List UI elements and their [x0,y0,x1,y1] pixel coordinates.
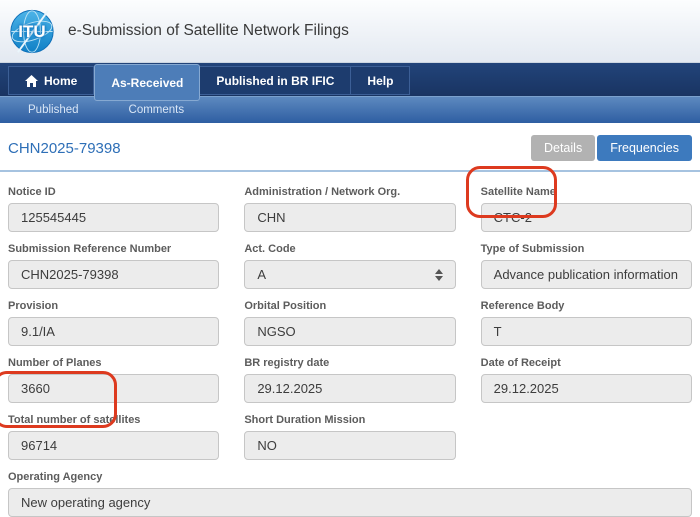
tab-as-received[interactable]: As-Received [94,64,200,101]
satellite-name-label: Satellite Name [481,186,692,198]
subnav-published[interactable]: Published [28,104,79,116]
administration-input[interactable]: CHN [244,203,455,232]
field-act-code: Act. Code A [244,243,455,289]
page-title: CHN2025-79398 [8,140,121,157]
notice-form: Notice ID 125545445 Administration / Net… [0,172,700,517]
short-duration-mission-input[interactable]: NO [244,431,455,460]
app-header: ITU e-Submission of Satellite Network Fi… [0,0,700,63]
field-br-registry-date: BR registry date 29.12.2025 [244,357,455,403]
number-of-planes-input[interactable]: 3660 [8,374,219,403]
br-registry-date-label: BR registry date [244,357,455,369]
date-of-receipt-label: Date of Receipt [481,357,692,369]
field-reference-body: Reference Body T [481,300,692,346]
form-row: Submission Reference Number CHN2025-7939… [8,243,692,289]
act-code-select[interactable]: A [244,260,455,289]
field-submission-ref: Submission Reference Number CHN2025-7939… [8,243,219,289]
frequencies-button[interactable]: Frequencies [597,135,692,161]
number-of-planes-label: Number of Planes [8,357,219,369]
tab-help[interactable]: Help [351,66,410,95]
field-orbital-position: Orbital Position NGSO [244,300,455,346]
tab-published-br-ific-label: Published in BR IFIC [216,74,334,88]
provision-input[interactable]: 9.1/IA [8,317,219,346]
operating-agency-label: Operating Agency [8,471,692,483]
title-row: CHN2025-79398 Details Frequencies [0,123,700,170]
tab-as-received-label: As-Received [111,76,183,90]
type-of-submission-label: Type of Submission [481,243,692,255]
satellite-name-input[interactable]: CTC-2 [481,203,692,232]
subnav-comments[interactable]: Comments [129,104,185,116]
total-satellites-input[interactable]: 96714 [8,431,219,460]
notice-id-input[interactable]: 125545445 [8,203,219,232]
notice-id-label: Notice ID [8,186,219,198]
act-code-value: A [257,267,266,282]
select-stepper-icon [435,269,443,281]
tab-home[interactable]: Home [8,66,94,95]
field-short-duration-mission: Short Duration Mission NO [244,414,455,460]
view-toggle-group: Details Frequencies [531,135,692,161]
reference-body-input[interactable]: T [481,317,692,346]
submission-ref-label: Submission Reference Number [8,243,219,255]
br-registry-date-input[interactable]: 29.12.2025 [244,374,455,403]
form-row: Provision 9.1/IA Orbital Position NGSO R… [8,300,692,346]
field-provision: Provision 9.1/IA [8,300,219,346]
short-duration-mission-label: Short Duration Mission [244,414,455,426]
type-of-submission-input[interactable]: Advance publication information [481,260,692,289]
orbital-position-label: Orbital Position [244,300,455,312]
home-icon [25,75,38,87]
provision-label: Provision [8,300,219,312]
reference-body-label: Reference Body [481,300,692,312]
field-administration: Administration / Network Org. CHN [244,186,455,232]
app-title: e-Submission of Satellite Network Filing… [68,22,349,40]
field-date-of-receipt: Date of Receipt 29.12.2025 [481,357,692,403]
date-of-receipt-input[interactable]: 29.12.2025 [481,374,692,403]
administration-label: Administration / Network Org. [244,186,455,198]
orbital-position-input[interactable]: NGSO [244,317,455,346]
form-row: Number of Planes 3660 BR registry date 2… [8,357,692,403]
itu-logo: ITU [8,8,56,55]
empty-cell [481,414,692,460]
total-satellites-label: Total number of satellites [8,414,219,426]
operating-agency-input[interactable]: New operating agency [8,488,692,517]
details-button[interactable]: Details [531,135,595,161]
itu-logo-text: ITU [8,22,56,42]
main-navbar: Home As-Received Published in BR IFIC He… [0,63,700,96]
field-total-satellites: Total number of satellites 96714 [8,414,219,460]
form-row: Notice ID 125545445 Administration / Net… [8,186,692,232]
field-satellite-name: Satellite Name CTC-2 [481,186,692,232]
field-type-of-submission: Type of Submission Advance publication i… [481,243,692,289]
submission-ref-input[interactable]: CHN2025-79398 [8,260,219,289]
form-row: Total number of satellites 96714 Short D… [8,414,692,460]
tab-help-label: Help [367,74,393,88]
field-notice-id: Notice ID 125545445 [8,186,219,232]
act-code-label: Act. Code [244,243,455,255]
field-number-of-planes: Number of Planes 3660 [8,357,219,403]
tab-home-label: Home [44,74,77,88]
tab-published-br-ific[interactable]: Published in BR IFIC [200,66,351,95]
